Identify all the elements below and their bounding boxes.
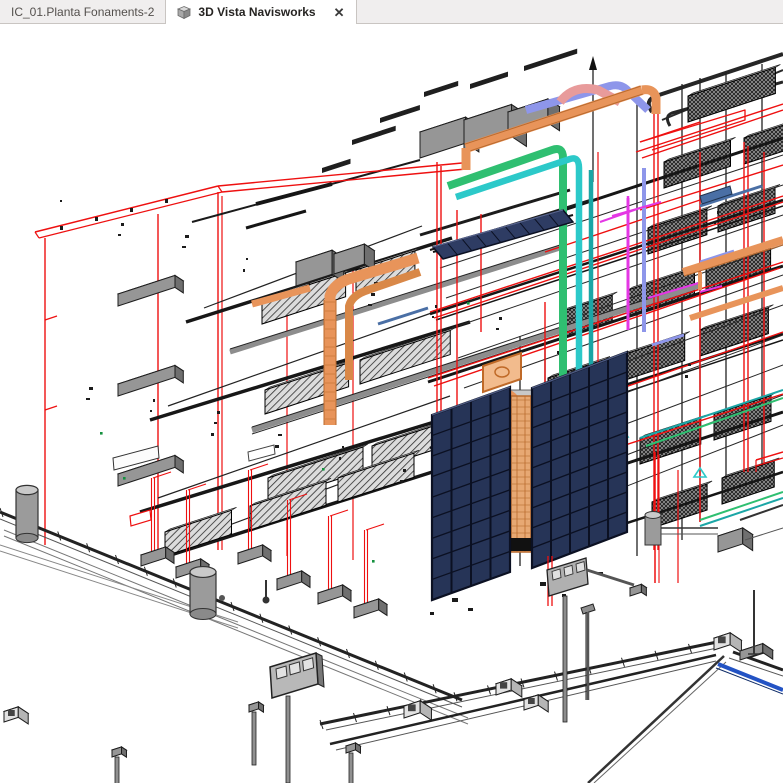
revit-window: IC_01.Planta Fonaments-2 3D Vista Navisw…	[0, 0, 783, 783]
navisworks-3d-box-icon	[177, 5, 192, 19]
tab-3d-vista-navisworks[interactable]: 3D Vista Navisworks ✕	[166, 0, 357, 24]
ground-network	[0, 484, 783, 783]
view-tabbar: IC_01.Planta Fonaments-2 3D Vista Navisw…	[0, 0, 783, 24]
bim-model-scene	[0, 48, 783, 783]
3d-viewport[interactable]	[0, 24, 783, 783]
close-tab-icon[interactable]: ✕	[334, 6, 345, 19]
tab-label: IC_01.Planta Fonaments-2	[11, 4, 155, 19]
tab-label: 3D Vista Navisworks	[198, 5, 316, 19]
tab-planta-fonaments[interactable]: IC_01.Planta Fonaments-2	[0, 0, 167, 23]
